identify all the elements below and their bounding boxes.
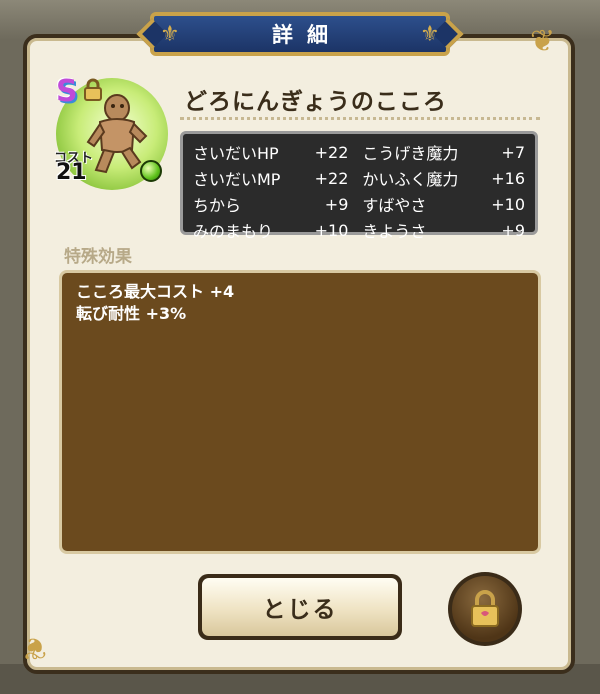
lock-icon <box>471 590 499 627</box>
rank-badge: S <box>56 74 78 109</box>
stat-value: +9 <box>324 194 349 214</box>
divider <box>180 117 540 120</box>
stat-row: さいだいHP +22 こうげき魔力 +7 <box>193 139 525 165</box>
close-button-label: とじる <box>202 578 398 636</box>
stat-value: +9 <box>501 220 525 240</box>
stat-value: +7 <box>501 142 525 162</box>
stat-row: さいだいMP +22 かいふく魔力 +16 <box>193 165 525 191</box>
effect-line: 転び耐性 +3% <box>76 304 187 323</box>
item-name: どろにんぎょうのこころ <box>184 89 447 115</box>
lock-button[interactable] <box>448 572 522 646</box>
dialog-title: 詳細 <box>272 23 342 47</box>
stat-name: きようさ <box>362 222 427 241</box>
corner-flourish-icon: ❦ <box>22 630 48 665</box>
stat-value: +22 <box>314 168 349 188</box>
stat-name: さいだいHP <box>193 144 279 163</box>
stat-value: +16 <box>491 168 525 188</box>
flourish-icon: ⚜ <box>160 22 180 47</box>
stat-name: みのまもり <box>193 222 274 241</box>
stat-value: +10 <box>491 194 525 214</box>
lock-icon <box>84 78 102 101</box>
stat-value: +10 <box>314 220 349 240</box>
stat-name: かいふく魔力 <box>362 170 459 189</box>
stat-row: みのまもり +10 きようさ +9 <box>193 217 525 243</box>
stat-name: こうげき魔力 <box>362 144 459 163</box>
close-button[interactable]: とじる <box>198 574 402 640</box>
stats-table: さいだいHP +22 こうげき魔力 +7 さいだいMP +22 かいふく魔力 +… <box>180 131 538 241</box>
corner-flourish-icon: ❦ <box>530 24 556 59</box>
effect-line: こころ最大コスト +4 <box>76 282 235 301</box>
flourish-icon: ⚜ <box>420 22 440 47</box>
stat-value: +22 <box>314 142 349 162</box>
special-effects-label: 特殊効果 <box>64 247 132 267</box>
stat-name: すばやさ <box>362 196 427 215</box>
dialog-title-banner: 詳細 <box>150 12 450 56</box>
cost-value: 21 <box>56 160 87 185</box>
stat-row: ちから +9 すばやさ +10 <box>193 191 525 217</box>
green-orb-icon <box>140 160 162 182</box>
special-effects-panel[interactable]: こころ最大コスト +4 転び耐性 +3% <box>59 270 541 554</box>
stat-name: ちから <box>193 196 242 215</box>
stat-name: さいだいMP <box>193 170 281 189</box>
